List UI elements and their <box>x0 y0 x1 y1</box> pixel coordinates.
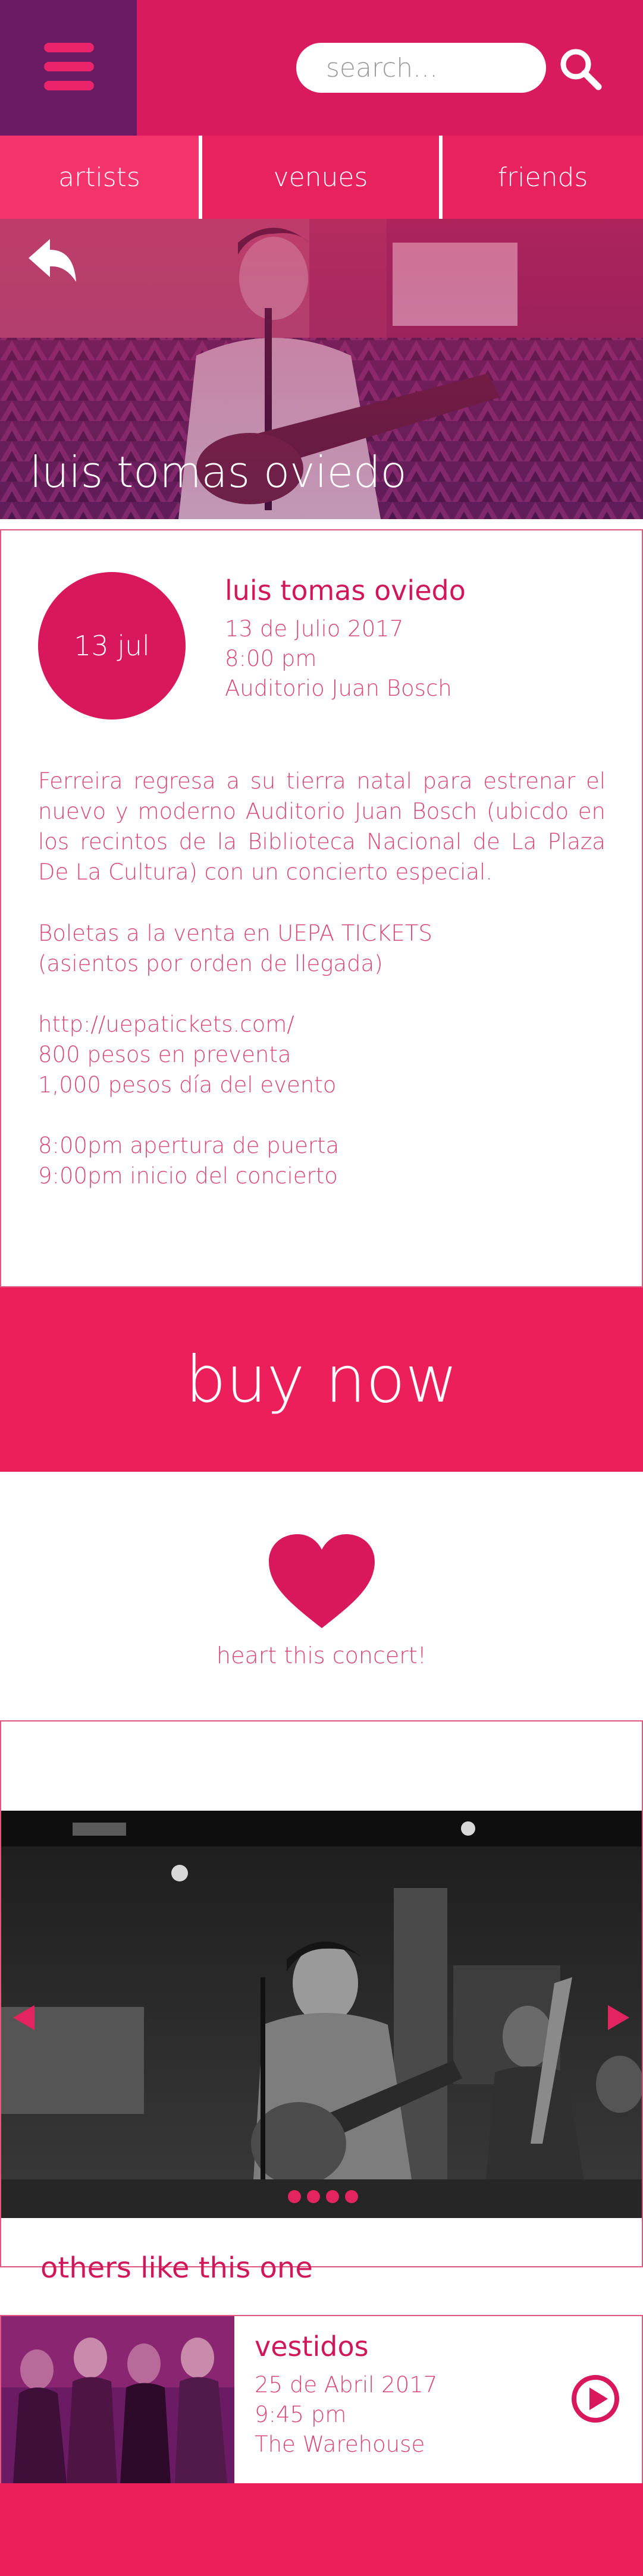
buy-now-button[interactable]: buy now <box>0 1287 643 1472</box>
related-event-date: 25 de Abril 2017 <box>255 2372 438 2398</box>
gallery-photo <box>1 1811 642 2218</box>
gallery-dot[interactable] <box>345 2190 358 2203</box>
search-input[interactable] <box>296 43 546 93</box>
tab-venues[interactable]: venues <box>202 136 439 219</box>
related-event-photo <box>1 2316 234 2484</box>
category-tabs: artists venues friends <box>0 136 643 219</box>
event-artist-name[interactable]: luis tomas oviedo <box>225 574 466 607</box>
back-arrow-icon[interactable] <box>26 237 79 284</box>
event-venue[interactable]: Auditorio Juan Bosch <box>225 676 452 701</box>
event-time: 8:00 pm <box>225 646 317 671</box>
date-badge: 13 jul <box>38 572 186 720</box>
heart-icon[interactable] <box>268 1533 376 1632</box>
search-icon[interactable] <box>558 46 602 90</box>
seating-info: (asientos por orden de llegada) <box>38 951 383 976</box>
related-event-card[interactable]: vestidos 25 de Abril 2017 9:45 pm The Wa… <box>0 2315 643 2485</box>
gallery-prev-arrow-icon[interactable] <box>12 2004 36 2031</box>
tickets-link[interactable]: http://uepatickets.com/ <box>38 1009 294 1039</box>
menu-button[interactable] <box>0 0 137 136</box>
event-details-card: 13 jul luis tomas oviedo 13 de Julio 201… <box>0 529 643 1287</box>
related-event-venue: The Warehouse <box>255 2432 425 2457</box>
gallery-dot[interactable] <box>326 2190 339 2203</box>
gallery-next-arrow-icon[interactable] <box>607 2004 631 2031</box>
related-event-title[interactable]: vestidos <box>255 2330 369 2363</box>
others-section-title: others like this one <box>40 2251 313 2285</box>
gallery-dot[interactable] <box>288 2190 301 2203</box>
artist-hero-title: luis tomas oviedo <box>30 447 407 497</box>
top-bar <box>0 0 643 136</box>
heart-concert-label[interactable]: heart this concert! <box>0 1642 643 1669</box>
tab-artists[interactable]: artists <box>0 136 199 219</box>
photo-gallery <box>0 1720 643 2267</box>
presale-price: 800 pesos en preventa <box>38 1042 291 1067</box>
gallery-pagination <box>288 2190 358 2204</box>
doors-open-time: 8:00pm apertura de puerta <box>38 1133 340 1158</box>
tickets-info: Boletas a la venta en UEPA TICKETS <box>38 921 432 946</box>
event-description: Ferreira regresa a su tierra natal para … <box>38 768 606 885</box>
related-event-time: 9:45 pm <box>255 2402 347 2427</box>
event-date: 13 de Julio 2017 <box>225 616 404 642</box>
gallery-dot[interactable] <box>307 2190 320 2203</box>
play-icon[interactable] <box>571 2374 620 2423</box>
day-price: 1,000 pesos día del evento <box>38 1072 337 1098</box>
hamburger-menu-icon <box>44 43 94 90</box>
tab-friends[interactable]: friends <box>443 136 643 219</box>
footer-bar <box>0 2483 643 2576</box>
concert-start-time: 9:00pm inicio del concierto <box>38 1163 338 1189</box>
